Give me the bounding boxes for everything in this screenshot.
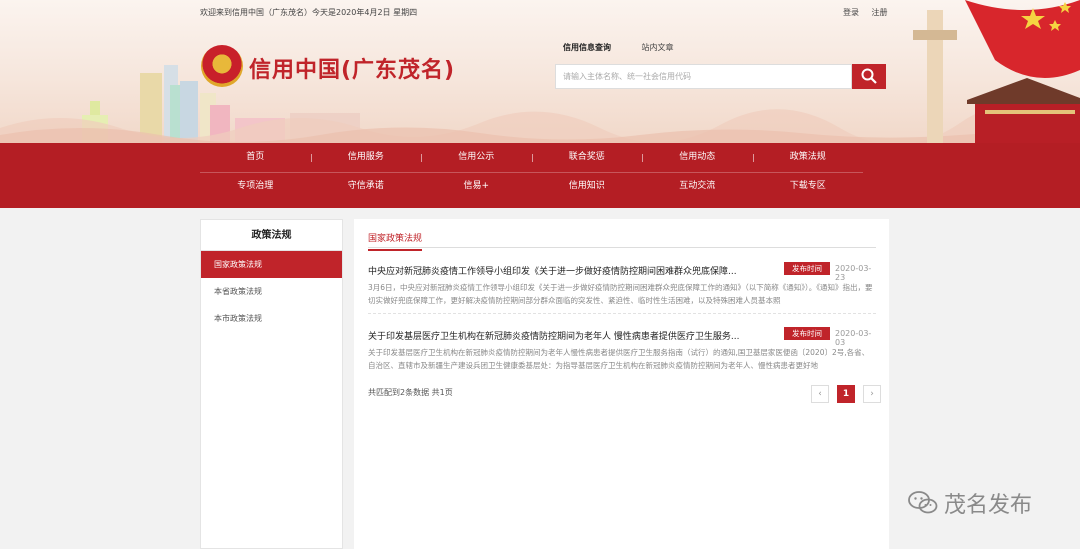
- sidebar: 政策法规 国家政策法规 本省政策法规 本市政策法规: [200, 219, 343, 549]
- tiananmen-flag-decoration: [913, 0, 1080, 143]
- tab-site-articles[interactable]: 站内文章: [642, 42, 674, 53]
- header-banner: [0, 0, 1080, 143]
- wechat-watermark: 茂名发布: [908, 487, 1032, 519]
- nav-item-policy[interactable]: 政策法规: [752, 143, 864, 172]
- search-icon: [861, 68, 877, 84]
- search-tabs: 信用信息查询 站内文章: [563, 42, 702, 53]
- nav-item-credit-commitment[interactable]: 守信承诺: [311, 172, 422, 201]
- nav-item-special-governance[interactable]: 专项治理: [200, 172, 311, 201]
- nav-row-secondary: 专项治理 守信承诺 信易+ 信用知识 互动交流 下载专区: [200, 172, 863, 201]
- section-heading: 国家政策法规: [368, 231, 423, 251]
- register-link[interactable]: 注册: [872, 8, 888, 17]
- site-title[interactable]: 信用中国(广东茂名): [249, 52, 455, 84]
- sidebar-title: 政策法规: [201, 220, 342, 251]
- article-summary: 关于印发基层医疗卫生机构在新冠肺炎疫情防控期间为老年人慢性病患者提供医疗卫生服务…: [368, 348, 870, 370]
- nav-item-joint-rewards[interactable]: 联合奖惩: [531, 143, 643, 172]
- tab-credit-query[interactable]: 信用信息查询: [563, 42, 611, 53]
- next-page-button[interactable]: ›: [863, 385, 881, 403]
- prev-page-button[interactable]: ‹: [811, 385, 829, 403]
- welcome-text: 欢迎来到信用中国（广东茂名）今天是2020年4月2日 星期四: [200, 8, 418, 17]
- article-divider: [368, 313, 876, 314]
- nav-item-credit-news[interactable]: 信用动态: [642, 143, 753, 172]
- pagination: ‹ 1 ›: [811, 385, 881, 403]
- nav-row-primary: 首页 信用服务 信用公示 联合奖惩 信用动态 政策法规: [200, 143, 863, 172]
- publish-time-badge: 发布时间: [784, 327, 830, 340]
- nav-item-credit-knowledge[interactable]: 信用知识: [532, 172, 643, 201]
- article-summary: 3月6日，中央应对新冠肺炎疫情工作领导小组印发《关于进一步做好疫情防控期间困难群…: [368, 283, 873, 305]
- result-count: 共匹配到2条数据 共1页: [368, 388, 453, 397]
- page-1-button[interactable]: 1: [837, 385, 855, 403]
- nav-item-home[interactable]: 首页: [200, 143, 311, 172]
- sidebar-item-provincial-policy[interactable]: 本省政策法规: [201, 278, 342, 305]
- heading-underline: [368, 247, 876, 248]
- article-title-link[interactable]: 关于印发基层医疗卫生机构在新冠肺炎疫情防控期间为老年人 慢性病患者提供医疗卫生服…: [368, 329, 748, 342]
- nav-item-downloads[interactable]: 下载专区: [753, 172, 864, 201]
- article-title-link[interactable]: 中央应对新冠肺炎疫情工作领导小组印发《关于进一步做好疫情防控期间困难群众兜底保障…: [368, 264, 748, 277]
- article-date: 2020-03-03: [835, 329, 872, 347]
- nav-item-credit-service[interactable]: 信用服务: [310, 143, 422, 172]
- login-link[interactable]: 登录: [843, 8, 859, 17]
- nav-item-xinyi-plus[interactable]: 信易+: [421, 172, 532, 201]
- wechat-icon: [908, 491, 938, 514]
- national-emblem-logo: [201, 45, 243, 87]
- main-navigation: 首页 信用服务 信用公示 联合奖惩 信用动态 政策法规 专项治理 守信承诺 信易…: [0, 143, 1080, 208]
- main-content: 国家政策法规 中央应对新冠肺炎疫情工作领导小组印发《关于进一步做好疫情防控期间困…: [354, 219, 889, 549]
- article-date: 2020-03-23: [835, 264, 872, 282]
- publish-time-badge: 发布时间: [784, 262, 830, 275]
- nav-item-credit-publicity[interactable]: 信用公示: [421, 143, 532, 172]
- search-button[interactable]: [852, 64, 886, 89]
- nav-item-interaction[interactable]: 互动交流: [642, 172, 753, 201]
- sidebar-item-city-policy[interactable]: 本市政策法规: [201, 305, 342, 332]
- sidebar-item-national-policy[interactable]: 国家政策法规: [201, 251, 342, 278]
- account-links: 登录 注册: [843, 7, 898, 18]
- watermark-text: 茂名发布: [944, 493, 1033, 518]
- search-input[interactable]: 请输入主体名称、统一社会信用代码: [555, 64, 852, 89]
